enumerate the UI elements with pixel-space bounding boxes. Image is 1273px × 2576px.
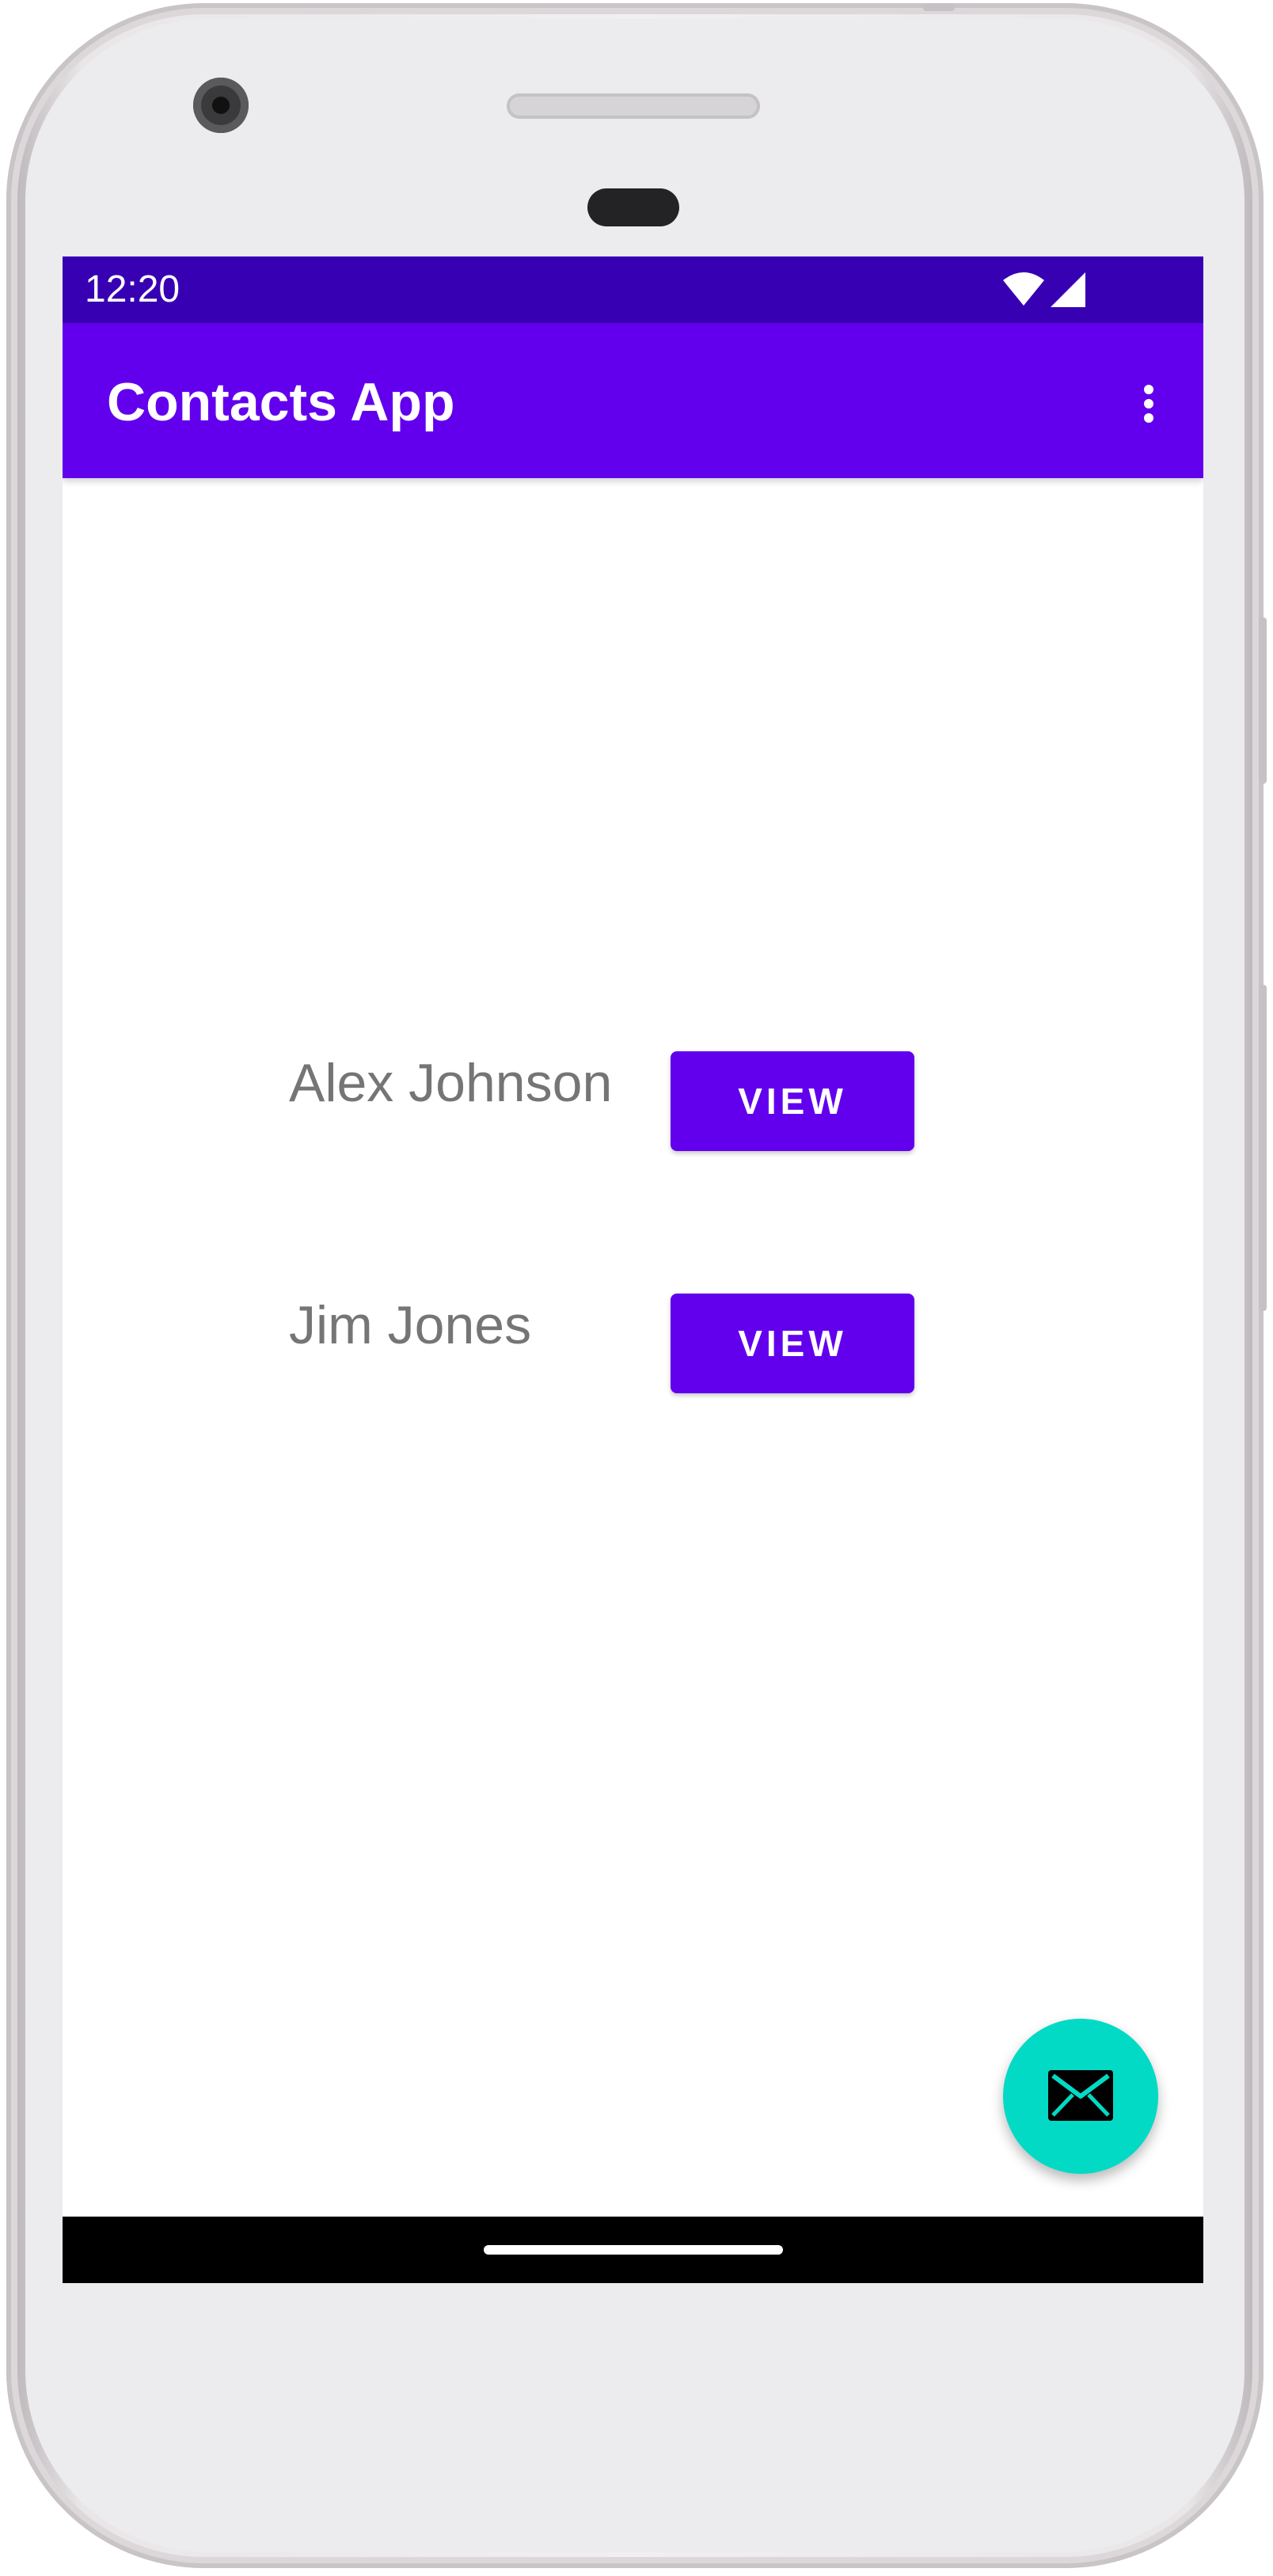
menu-dot [1144,385,1153,394]
navigation-bar [63,2217,1203,2283]
app-bar: Contacts App [63,323,1203,478]
power-button [1259,617,1267,784]
contact-name-jim-jones: Jim Jones [289,1295,532,1355]
top-button [923,3,955,11]
email-fab-button[interactable] [1003,2019,1158,2174]
more-vert-icon[interactable] [1117,370,1180,434]
device-screen: 12:20 Contacts App Alex Johnson VIEW Jim… [63,256,1203,2283]
status-bar: 12:20 [63,256,1203,323]
app-title: Contacts App [107,372,455,432]
email-icon [1048,2070,1113,2121]
earpiece-speaker [507,93,760,119]
contact-name-alex-johnson: Alex Johnson [289,1053,613,1113]
wifi-icon [1003,272,1044,306]
view-button-alex-johnson[interactable]: VIEW [671,1051,914,1151]
status-icons [1001,271,1089,310]
menu-dot [1144,399,1153,408]
volume-button [1259,985,1267,1311]
view-button-jim-jones[interactable]: VIEW [671,1294,914,1393]
status-time: 12:20 [85,268,180,310]
menu-dot [1144,413,1153,423]
proximity-sensor [587,188,679,226]
front-camera-icon [193,78,249,133]
cellular-signal-icon [1051,272,1085,307]
home-gesture-handle[interactable] [484,2245,783,2255]
